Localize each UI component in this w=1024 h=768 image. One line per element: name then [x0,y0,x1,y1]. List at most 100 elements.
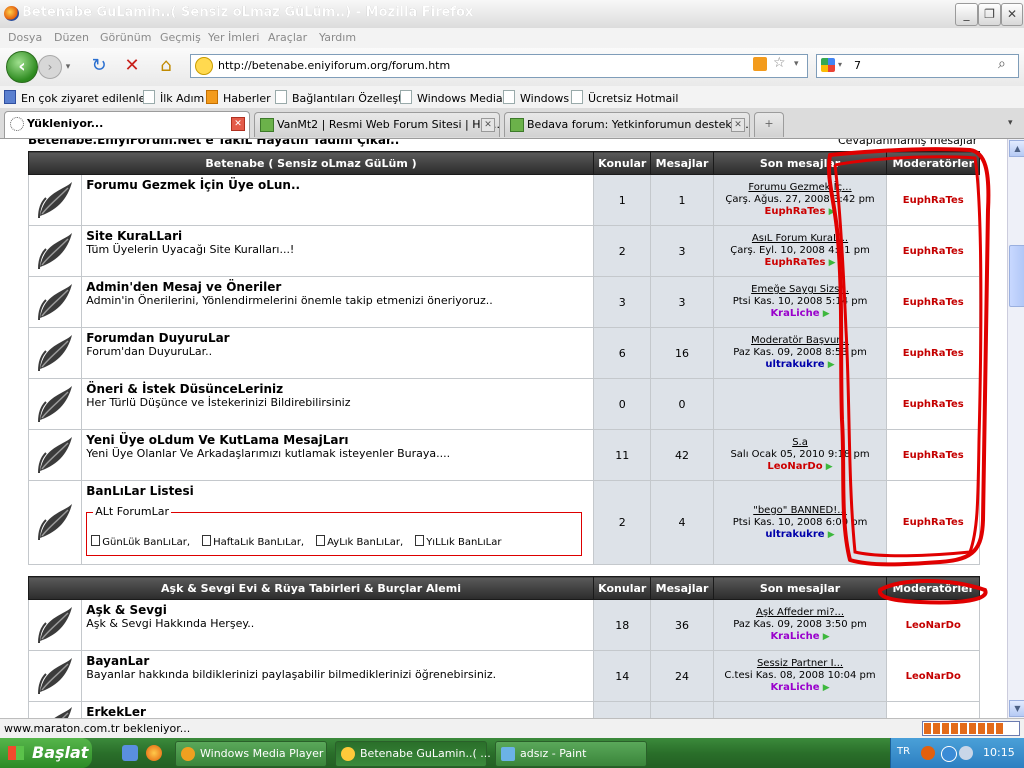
close-tab-icon[interactable]: ✕ [481,118,495,132]
moderator-link[interactable]: LeoNarDo [886,599,980,651]
menu-help[interactable]: Yardım [319,31,356,44]
url-dropdown-icon[interactable]: ▾ [794,59,799,69]
last-post-user-link[interactable]: ultrakukre [765,529,824,540]
volume-icon[interactable] [959,746,973,760]
home-icon[interactable]: ⌂ [155,55,177,77]
moderator-link[interactable]: EuphRaTes [886,174,980,226]
bookmark-customize-links[interactable]: Bağlantıları Özelleştir [275,90,410,105]
maximize-button[interactable]: ❐ [978,3,1001,26]
forum-name-link[interactable]: BanLıLar Listesi [86,484,589,498]
subforum-link[interactable]: GünLük BanLıLar, [91,535,196,548]
scroll-up-icon[interactable]: ▲ [1009,140,1024,157]
close-window-button[interactable]: ✕ [1001,3,1023,26]
moderator-link[interactable]: LeoNarDo [886,650,980,702]
vertical-scrollbar[interactable]: ▲ ▼ [1007,139,1024,718]
tab-vanmt2[interactable]: VanMt2 | Resmi Web Forum Sitesi | Hoş...… [254,112,500,137]
engine-dropdown-icon[interactable]: ▾ [838,60,842,69]
forum-name-link[interactable]: Forumu Gezmek İçin Üye oLun.. [86,178,589,192]
bookmark-news[interactable]: Haberler [206,90,271,105]
forum-name-link[interactable]: Yeni Üye oLdum Ve KutLama MesajLarı [86,433,589,447]
start-button[interactable]: Başlat [0,738,92,768]
bookmark-hotmail[interactable]: Ücretsiz Hotmail [571,90,678,105]
tab-bedava-forum[interactable]: Bedava forum: Yetkinforumun destek f... … [504,112,750,137]
quicklaunch-firefox-icon[interactable] [146,745,162,761]
go-to-post-icon[interactable]: ▶ [823,309,830,319]
moderator-link[interactable]: EuphRaTes [886,225,980,277]
quicklaunch-ie-icon[interactable] [122,745,138,761]
subforum-link[interactable]: AyLık BanLıLar, [316,535,409,548]
last-post-link[interactable]: Forumu Gezmek İç... [715,182,886,194]
last-post-link[interactable]: AsıL Forum KuraL... [715,233,886,245]
forward-button[interactable]: › [38,55,62,79]
scroll-thumb[interactable] [1009,245,1024,307]
last-post-user-link[interactable]: ultrakukre [765,359,824,370]
menu-edit[interactable]: Düzen [54,31,89,44]
go-to-post-icon[interactable]: ▶ [829,207,836,217]
moderator-link[interactable]: EuphRaTes [886,276,980,328]
minimize-button[interactable]: _ [955,3,978,26]
menu-view[interactable]: Görünüm [100,31,151,44]
forum-name-link[interactable]: Admin'den Mesaj ve Öneriler [86,280,589,294]
tray-back-icon[interactable] [921,746,935,760]
last-post-user-link[interactable]: LeoNarDo [767,461,822,472]
go-to-post-icon[interactable]: ▶ [828,360,835,370]
menu-bookmarks[interactable]: Yer İmleri [208,31,259,44]
forum-name-link[interactable]: BayanLar [86,654,589,668]
last-post-user-link[interactable]: KraLiche [770,631,819,642]
close-tab-icon[interactable]: ✕ [731,118,745,132]
last-post-link[interactable]: Moderatör Başvur... [715,335,886,347]
menu-history[interactable]: Geçmiş [160,31,201,44]
task-windows-media-player[interactable]: Windows Media Player [175,741,327,767]
moderator-link[interactable]: EuphRaTes [886,327,980,379]
go-to-post-icon[interactable]: ▶ [823,683,830,693]
last-post-link[interactable]: S.a [715,437,886,449]
last-post-user-link[interactable]: KraLiche [770,308,819,319]
menu-tools[interactable]: Araçlar [268,31,307,44]
new-tab-button[interactable]: + [754,112,784,137]
menu-file[interactable]: Dosya [8,31,42,44]
back-button[interactable]: ‹ [6,51,38,83]
go-to-post-icon[interactable]: ▶ [829,258,836,268]
task-firefox-window[interactable]: Betenabe GuLamin..( ... [335,741,491,767]
category-title[interactable]: Aşk & Sevgi Evi & Rüya Tabirleri & Burçl… [28,576,594,600]
forum-name-link[interactable]: Site KuraLLari [86,229,589,243]
search-icon[interactable]: ⌕ [998,56,1006,72]
subforum-link[interactable]: YıLLık BanLıLar [415,535,507,548]
network-icon[interactable] [941,746,957,762]
moderator-link[interactable] [886,701,980,718]
category-title[interactable]: Betenabe ( Sensiz oLmaz GüLüm ) [28,151,594,175]
google-engine-icon[interactable] [821,58,835,72]
bookmark-windows-media[interactable]: Windows Media [400,90,503,105]
last-post-user-link[interactable]: EuphRaTes [765,257,826,268]
last-post-link[interactable]: Sessiz Partner I... [715,658,886,670]
bookmark-most-visited[interactable]: En çok ziyaret edilenler [4,90,150,105]
search-box[interactable]: ▾ 7 ⌕ [816,54,1019,78]
close-tab-icon[interactable]: ✕ [231,117,245,131]
language-indicator[interactable]: TR [897,746,910,757]
search-input[interactable]: 7 [854,59,861,72]
last-post-link[interactable]: Emeğe Saygı Sizs... [715,284,886,296]
forum-name-link[interactable]: Aşk & Sevgi [86,603,589,617]
forum-name-link[interactable]: Öneri & İstek DüsünceLeriniz [86,382,589,396]
rss-feed-icon[interactable] [753,57,767,71]
tab-list-icon[interactable]: ▾ [1008,118,1013,128]
subforum-link[interactable]: HaftaLık BanLıLar, [202,535,310,548]
task-paint[interactable]: adsız - Paint [495,741,647,767]
scroll-down-icon[interactable]: ▼ [1009,700,1024,717]
last-post-user-link[interactable]: KraLiche [770,682,819,693]
go-to-post-icon[interactable]: ▶ [823,632,830,642]
forum-name-link[interactable]: ErkekLer [86,705,589,718]
moderator-link[interactable]: EuphRaTes [886,378,980,430]
go-to-post-icon[interactable]: ▶ [826,462,833,472]
tab-loading[interactable]: Yükleniyor... ✕ [4,111,250,138]
star-bookmark-icon[interactable]: ☆ [773,55,786,71]
last-post-link[interactable]: "bego" BANNED!... [715,505,886,517]
history-dropdown-icon[interactable]: ▾ [62,56,74,78]
forum-name-link[interactable]: Forumdan DuyuruLar [86,331,589,345]
reload-icon[interactable]: ↻ [88,55,110,77]
stop-icon[interactable]: ✕ [121,55,143,77]
unanswered-link[interactable]: Cevaplanmamış mesajlar [838,139,977,147]
last-post-user-link[interactable]: EuphRaTes [765,206,826,217]
address-bar[interactable]: http://betenabe.eniyiforum.org/forum.htm… [190,54,808,78]
bookmark-getting-started[interactable]: İlk Adım [143,90,204,105]
